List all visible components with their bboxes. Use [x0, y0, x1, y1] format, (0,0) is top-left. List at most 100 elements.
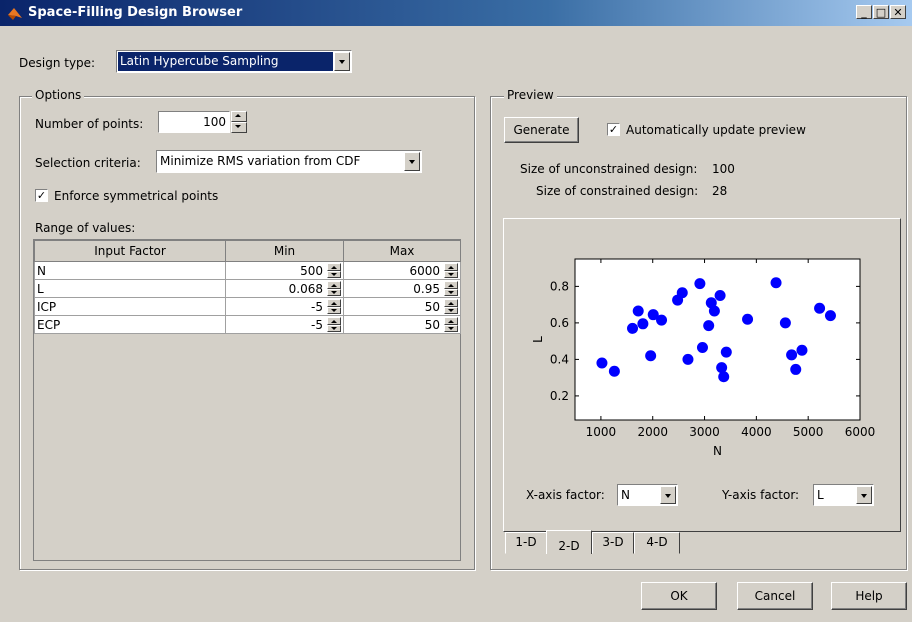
design-type-value: Latin Hypercube Sampling: [120, 54, 279, 68]
minimize-button[interactable]: _: [856, 5, 872, 19]
x-factor-select[interactable]: N: [617, 484, 678, 506]
data-point: [645, 350, 657, 362]
x-tick-label: 4000: [741, 425, 772, 439]
data-point: [596, 357, 608, 369]
max-value: 6000: [409, 263, 440, 278]
tab-1d[interactable]: 1-D: [505, 532, 547, 554]
min-cell[interactable]: -5: [225, 315, 344, 334]
options-group-title: Options: [32, 88, 85, 102]
tab-2d[interactable]: 2-D: [546, 530, 592, 554]
cell-spinner[interactable]: [327, 317, 341, 332]
min-value: 500: [300, 263, 323, 278]
unconstrained-value: 100: [712, 162, 735, 176]
cell-spinner[interactable]: [444, 281, 458, 296]
close-button[interactable]: ✕: [890, 5, 906, 19]
x-factor-value: N: [621, 488, 630, 502]
min-cell[interactable]: 0.068: [225, 279, 344, 298]
selection-criteria-label: Selection criteria:: [35, 156, 141, 170]
num-points-label: Number of points:: [35, 117, 144, 131]
x-tick-label: 3000: [689, 425, 720, 439]
data-point: [694, 278, 706, 290]
data-point: [824, 310, 836, 322]
column-header-max[interactable]: Max: [343, 240, 461, 262]
y-factor-select[interactable]: L: [813, 484, 874, 506]
max-cell[interactable]: 50: [343, 315, 461, 334]
data-point: [632, 305, 644, 317]
data-point: [796, 344, 808, 356]
x-factor-label: X-axis factor:: [526, 488, 605, 502]
max-cell[interactable]: 50: [343, 297, 461, 316]
generate-button[interactable]: Generate: [504, 117, 579, 143]
cell-spinner[interactable]: [444, 299, 458, 314]
ok-button[interactable]: OK: [641, 582, 717, 610]
y-factor-label: Y-axis factor:: [722, 488, 800, 502]
constrained-value: 28: [712, 184, 728, 198]
preview-group-title: Preview: [504, 88, 557, 102]
min-value: -5: [311, 317, 323, 332]
cancel-button[interactable]: Cancel: [737, 582, 813, 610]
x-tick-label: 5000: [793, 425, 824, 439]
max-cell[interactable]: 6000: [343, 261, 461, 280]
min-cell[interactable]: -5: [225, 297, 344, 316]
symmetric-checkbox[interactable]: ✓: [35, 189, 48, 202]
cell-spinner[interactable]: [327, 263, 341, 278]
x-tick-label: 2000: [637, 425, 668, 439]
design-type-select[interactable]: Latin Hypercube Sampling: [116, 50, 352, 73]
min-cell[interactable]: 500: [225, 261, 344, 280]
unconstrained-label: Size of unconstrained design:: [520, 162, 698, 176]
maximize-button[interactable]: □: [873, 5, 889, 19]
chevron-down-icon[interactable]: [660, 486, 676, 504]
chevron-down-icon[interactable]: [334, 52, 350, 71]
help-button[interactable]: Help: [831, 582, 907, 610]
y-tick-label: 0.4: [550, 352, 569, 366]
min-value: -5: [311, 299, 323, 314]
plot-area: [574, 258, 861, 421]
chevron-down-icon[interactable]: [856, 486, 872, 504]
max-value: 50: [424, 299, 440, 314]
data-point: [790, 363, 802, 375]
max-cell[interactable]: 0.95: [343, 279, 461, 298]
factor-cell[interactable]: L: [34, 279, 226, 298]
cell-spinner[interactable]: [444, 317, 458, 332]
min-value: 0.068: [288, 281, 323, 296]
design-type-label: Design type:: [19, 56, 96, 70]
y-tick-label: 0.8: [550, 279, 569, 293]
cell-spinner[interactable]: [327, 299, 341, 314]
cell-spinner[interactable]: [444, 263, 458, 278]
x-tick-label: 1000: [586, 425, 617, 439]
data-point: [770, 277, 782, 289]
tab-3d[interactable]: 3-D: [592, 532, 634, 554]
spin-down-icon[interactable]: [231, 122, 247, 133]
data-point: [779, 317, 791, 329]
column-header-min[interactable]: Min: [225, 240, 344, 262]
y-tick-label: 0.2: [550, 389, 569, 403]
auto-update-checkbox[interactable]: ✓: [607, 123, 620, 136]
spin-up-icon[interactable]: [231, 111, 247, 122]
data-point: [682, 353, 694, 365]
x-axis-label: N: [713, 444, 722, 458]
title-bar: Space-Filling Design Browser _ □ ✕: [0, 0, 912, 26]
data-point: [708, 305, 720, 317]
factor-cell[interactable]: N: [34, 261, 226, 280]
data-point: [742, 313, 754, 325]
data-point: [676, 287, 688, 299]
chevron-down-icon[interactable]: [404, 152, 420, 171]
factor-cell[interactable]: ICP: [34, 297, 226, 316]
num-points-input[interactable]: 100: [158, 111, 230, 133]
table-row: ECP -5 50: [34, 315, 461, 334]
num-points-spinner[interactable]: [231, 111, 247, 133]
cell-spinner[interactable]: [327, 281, 341, 296]
selection-criteria-value: Minimize RMS variation from CDF: [160, 154, 361, 168]
range-table: Input Factor Min Max N 500 6000 L 0.068 …: [34, 240, 461, 334]
constrained-label: Size of constrained design:: [536, 184, 699, 198]
tab-4d[interactable]: 4-D: [634, 532, 680, 554]
symmetric-label: Enforce symmetrical points: [54, 189, 219, 203]
selection-criteria-select[interactable]: Minimize RMS variation from CDF: [156, 150, 422, 173]
data-point: [608, 365, 620, 377]
column-header-factor[interactable]: Input Factor: [34, 240, 226, 262]
y-tick-label: 0.6: [550, 316, 569, 330]
auto-update-label: Automatically update preview: [626, 123, 806, 137]
factor-cell[interactable]: ECP: [34, 315, 226, 334]
data-point: [716, 362, 728, 374]
matlab-logo-icon: [8, 8, 22, 20]
